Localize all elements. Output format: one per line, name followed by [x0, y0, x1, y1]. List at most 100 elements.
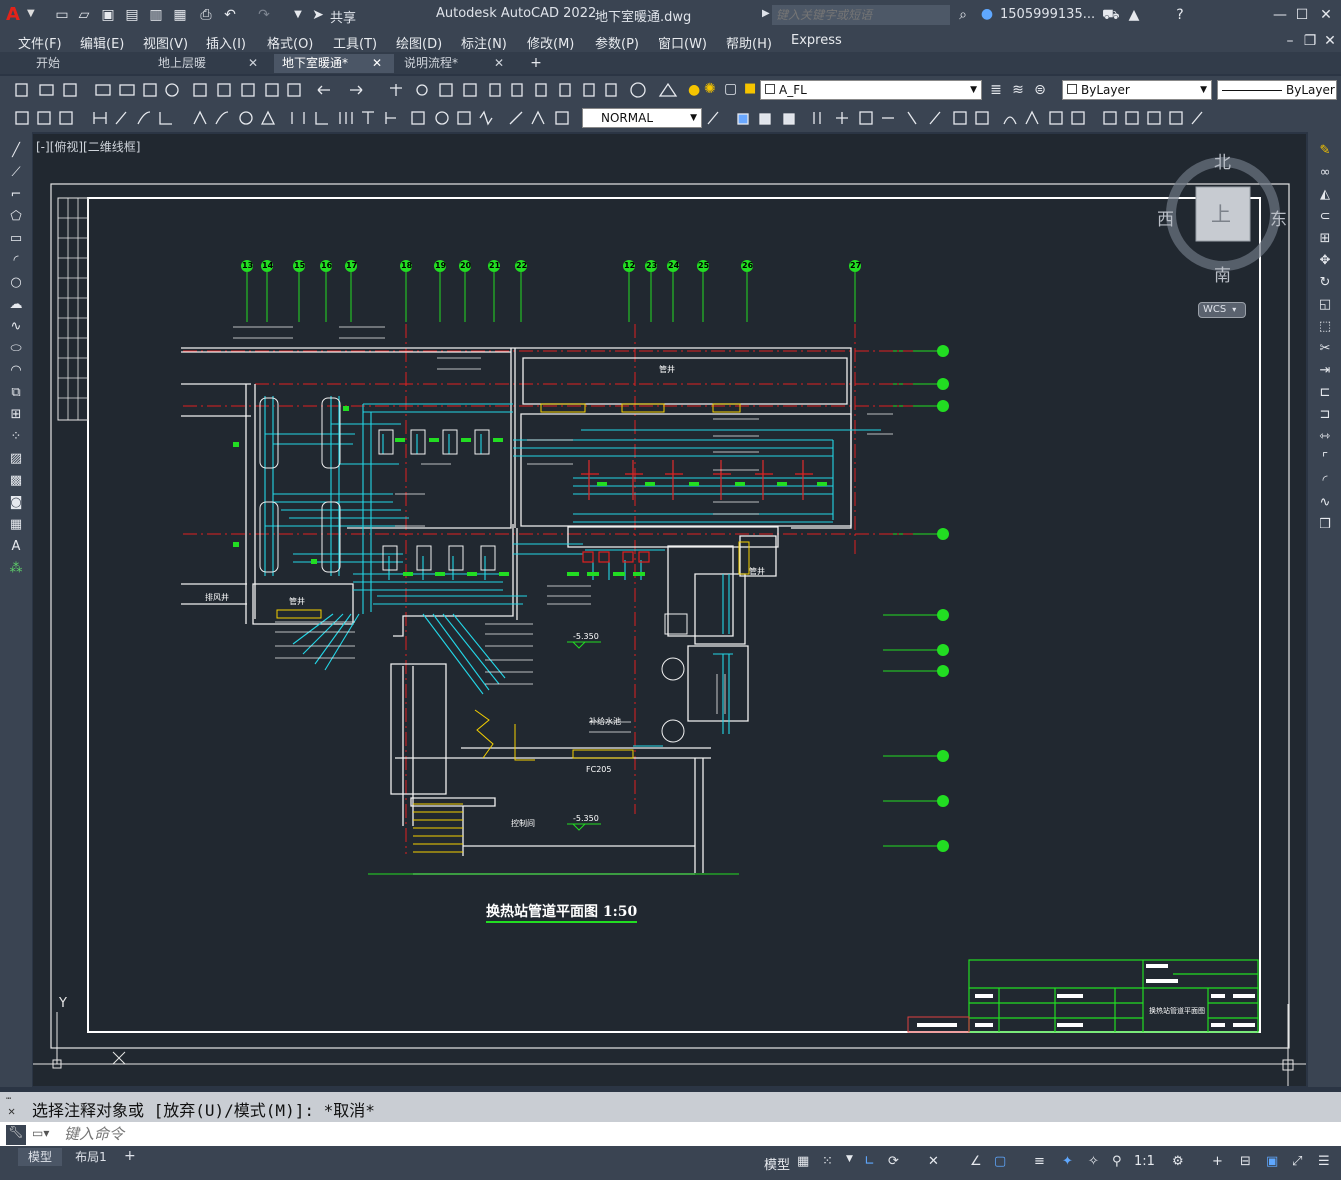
customization-menu-icon[interactable]: ☰	[1318, 1154, 1330, 1169]
ortho-icon[interactable]: ∟	[864, 1154, 875, 1169]
table-icon[interactable]: ▦	[7, 516, 25, 534]
drawing-sheet[interactable]	[33, 134, 1306, 1086]
mirror-icon[interactable]: ◭	[1316, 186, 1334, 204]
explode-icon[interactable]: ❒	[1316, 516, 1334, 534]
annotation-scale-value[interactable]: 1:1	[1134, 1154, 1155, 1169]
new-file-icon[interactable]: ▭	[54, 7, 70, 23]
region-icon[interactable]: ◙	[7, 494, 25, 512]
tab-flow[interactable]: 说明流程* ✕	[396, 54, 518, 73]
lineweight-icon[interactable]: ≡	[1034, 1154, 1045, 1169]
layer-previous-icon[interactable]: ≋	[1010, 82, 1026, 98]
insert-block-icon[interactable]: ⧉	[7, 384, 25, 402]
workspace-gear-icon[interactable]: ⚙	[1172, 1154, 1184, 1169]
tab-basement[interactable]: 地下室暖通* ✕	[274, 54, 394, 73]
viewcube-south[interactable]: 南	[1214, 261, 1231, 286]
fillet-icon[interactable]: ◜	[1316, 472, 1334, 490]
erase-icon[interactable]: ✎	[1316, 142, 1334, 160]
blend-icon[interactable]: ∿	[1316, 494, 1334, 512]
add-layout-icon[interactable]: +	[124, 1148, 136, 1164]
annotation-monitor-icon[interactable]: +	[1212, 1154, 1223, 1169]
viewcube-east[interactable]: 东	[1270, 205, 1287, 230]
tab-above-ground[interactable]: 地上层暖 ✕	[150, 54, 272, 73]
undo-icon[interactable]: ↶	[222, 7, 238, 23]
layer-dropdown[interactable]: A_FL ▼	[760, 80, 982, 100]
rectangle-icon[interactable]: ▭	[7, 230, 25, 248]
offset-icon[interactable]: ⊂	[1316, 208, 1334, 226]
menu-edit[interactable]: 编辑(E)	[80, 33, 124, 52]
join-icon[interactable]: ⇿	[1316, 428, 1334, 446]
make-block-icon[interactable]: ⊞	[7, 406, 25, 424]
scale-icon[interactable]: ◱	[1316, 296, 1334, 314]
freeze-icon[interactable]: ▢	[724, 81, 737, 97]
model-space-button[interactable]: 模型	[764, 1154, 790, 1173]
dynamic-ucs-icon[interactable]: ▢	[994, 1154, 1006, 1169]
rotate-icon[interactable]: ↻	[1316, 274, 1334, 292]
object-snap-icon[interactable]: ✕	[928, 1154, 939, 1169]
grid-icon[interactable]: ▦	[797, 1154, 809, 1169]
minimize-icon[interactable]: —	[1272, 7, 1288, 23]
customize-chevron-icon[interactable]: ▼	[290, 7, 306, 23]
annotation-visibility-icon[interactable]: ✦	[1062, 1154, 1073, 1169]
trim-icon[interactable]: ✂	[1316, 340, 1334, 358]
annotation-scale-icon[interactable]: ⚲	[1112, 1154, 1122, 1169]
autodesk-app-icon[interactable]: ▲	[1126, 7, 1142, 23]
chamfer-icon[interactable]: ⌜	[1316, 450, 1334, 468]
grip-icon[interactable]: ⋯	[6, 1094, 11, 1104]
viewcube-west[interactable]: 西	[1157, 205, 1174, 230]
user-name[interactable]: 1505999135...	[1000, 7, 1095, 22]
layer-properties-icon[interactable]: ≣	[988, 82, 1004, 98]
lock-icon[interactable]: ■	[744, 81, 756, 96]
doc-minimize-icon[interactable]: –	[1282, 33, 1298, 49]
redo-icon[interactable]: ↷	[256, 7, 272, 23]
ellipse-icon[interactable]: ⬭	[7, 340, 25, 358]
chevron-down-icon[interactable]: ▼	[846, 1154, 853, 1164]
standard-toolbar-icons[interactable]	[10, 76, 690, 104]
fullscreen-icon[interactable]: ⤢	[1292, 1154, 1302, 1169]
menu-express[interactable]: Express	[791, 33, 842, 48]
doc-restore-icon[interactable]: ❐	[1302, 33, 1318, 49]
menu-file[interactable]: 文件(F)	[18, 33, 62, 52]
move-icon[interactable]: ✥	[1316, 252, 1334, 270]
menu-tools[interactable]: 工具(T)	[333, 33, 377, 52]
spline-icon[interactable]: ∿	[7, 318, 25, 336]
close-icon[interactable]: ✕	[372, 54, 382, 73]
command-input[interactable]	[64, 1124, 1334, 1144]
save-web-icon[interactable]: ▦	[172, 7, 188, 23]
search-chevron-icon[interactable]: ▶	[762, 8, 770, 19]
menu-modify[interactable]: 修改(M)	[527, 33, 574, 52]
menu-window[interactable]: 窗口(W)	[658, 33, 707, 52]
viewcube-top-face[interactable]: 上	[1211, 198, 1231, 227]
construction-line-icon[interactable]: ⟋	[7, 164, 25, 182]
layout-tab-model[interactable]: 模型	[18, 1148, 62, 1166]
snap-icon[interactable]: ⁙	[822, 1154, 833, 1169]
bulb-icon[interactable]: ●	[688, 82, 700, 98]
doc-close-icon[interactable]: ✕	[1322, 33, 1338, 49]
close-icon[interactable]: ✕	[248, 54, 258, 73]
text-style-dropdown[interactable]: NORMAL ▼	[582, 108, 702, 128]
save-as-icon[interactable]: ▤	[124, 7, 140, 23]
search-icon[interactable]: ⌕	[955, 7, 971, 23]
modify-toolbar-icons[interactable]	[704, 104, 1224, 132]
search-input[interactable]	[772, 5, 950, 25]
app-menu-chevron-icon[interactable]: ▼	[27, 8, 35, 19]
line-icon[interactable]: ╱	[7, 142, 25, 160]
snap-tracking-icon[interactable]: ∠	[970, 1154, 982, 1169]
polyline-icon[interactable]: ⌐	[7, 186, 25, 204]
menu-dimension[interactable]: 标注(N)	[461, 33, 507, 52]
break-icon[interactable]: ⊐	[1316, 406, 1334, 424]
quick-properties-icon[interactable]: ▣	[1266, 1154, 1278, 1169]
add-selected-icon[interactable]: ⁂	[7, 560, 25, 578]
break-point-icon[interactable]: ⊏	[1316, 384, 1334, 402]
save-icon[interactable]: ▣	[100, 7, 116, 23]
share-label[interactable]: 共享	[330, 7, 356, 26]
revcloud-icon[interactable]: ☁	[7, 296, 25, 314]
layout-tab-layout1[interactable]: 布局1	[66, 1148, 116, 1166]
wcs-button[interactable]: WCS ▾	[1198, 302, 1246, 318]
multiline-text-icon[interactable]: A	[7, 538, 25, 556]
drawing-canvas[interactable]: [-][俯视][二维线框] 13 14 15 16 17 18 19 20 21…	[33, 134, 1306, 1086]
close-icon[interactable]: ✕	[1318, 7, 1334, 23]
command-prompt-icon[interactable]: ▭▾	[32, 1126, 49, 1140]
menu-draw[interactable]: 绘图(D)	[396, 33, 442, 52]
menu-parametric[interactable]: 参数(P)	[595, 33, 639, 52]
linetype-dropdown[interactable]: ByLayer	[1217, 80, 1337, 100]
